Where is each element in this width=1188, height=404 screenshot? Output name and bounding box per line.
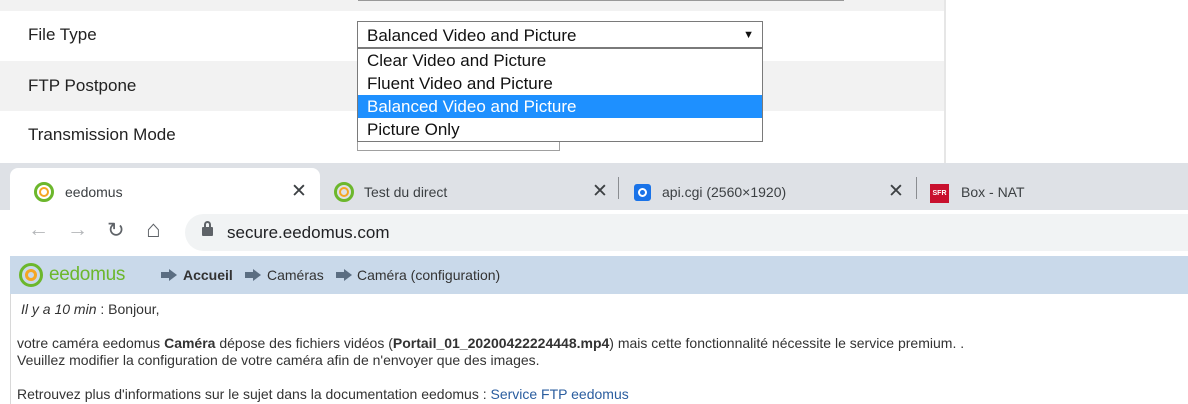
file-type-selected-value: Balanced Video and Picture <box>367 26 577 45</box>
ftp-postpone-label: FTP Postpone <box>28 76 137 95</box>
message-text: ) mais cette fonctionnalité nécessite le… <box>609 335 965 351</box>
message-greeting: : Bonjour, <box>96 301 160 317</box>
message-line-instructions: Veuillez modifier la configuration de vo… <box>17 352 540 368</box>
file-type-dropdown-list: Clear Video and Picture Fluent Video and… <box>357 48 763 142</box>
file-type-option[interactable]: Clear Video and Picture <box>358 49 762 72</box>
tab-separator <box>618 177 619 199</box>
tab-separator <box>916 177 917 199</box>
close-tab-icon[interactable]: ✕ <box>888 180 904 203</box>
sfr-favicon-icon: SFR <box>930 184 949 203</box>
screenshot-root: File Type FTP Postpone Transmission Mode… <box>0 0 1188 404</box>
file-type-label: File Type <box>28 25 97 44</box>
eedomus-logo-icon[interactable] <box>19 263 43 287</box>
home-icon[interactable]: ⌂ <box>146 216 161 244</box>
browser-tab-strip: eedomus ✕ Test du direct ✕ api.cgi (2560… <box>0 163 1188 210</box>
tab-title: eedomus <box>65 184 123 200</box>
forward-arrow-icon[interactable]: → <box>67 218 88 242</box>
file-type-option-highlighted[interactable]: Balanced Video and Picture <box>358 95 762 118</box>
address-bar[interactable]: secure.eedomus.com <box>185 214 1188 251</box>
url-text[interactable]: secure.eedomus.com <box>227 223 390 243</box>
message-text: Retrouvez plus d'informations sur le suj… <box>17 386 491 402</box>
breadcrumb-arrow-icon <box>161 269 177 281</box>
breadcrumb-cameras[interactable]: Caméras <box>267 267 324 283</box>
close-tab-icon[interactable]: ✕ <box>592 180 608 203</box>
tab-title: Test du direct <box>364 184 448 200</box>
file-type-select[interactable]: Balanced Video and Picture ▼ <box>357 21 763 48</box>
tab-title: api.cgi (2560×1920) <box>662 184 787 200</box>
breadcrumb-arrow-icon <box>245 269 261 281</box>
eedomus-logo-text[interactable]: eedomus <box>49 264 125 286</box>
eedomus-favicon-icon <box>34 182 54 202</box>
tab-eedomus[interactable]: eedomus ✕ <box>10 168 320 210</box>
file-type-option[interactable]: Picture Only <box>358 118 762 141</box>
reload-icon[interactable]: ↻ <box>107 218 125 243</box>
breadcrumb-arrow-icon <box>336 269 352 281</box>
previous-field-underline <box>358 0 844 1</box>
tab-api-cgi[interactable]: api.cgi (2560×1920) ✕ <box>620 168 916 210</box>
breadcrumb-accueil[interactable]: Accueil <box>183 267 233 283</box>
image-favicon-icon <box>634 184 651 201</box>
lock-icon[interactable] <box>202 221 213 236</box>
message-line-documentation: Retrouvez plus d'informations sur le suj… <box>17 386 629 402</box>
settings-row-previous <box>0 0 944 11</box>
message-line-video: votre caméra eedomus Caméra dépose des f… <box>17 335 964 351</box>
dropdown-arrow-icon[interactable]: ▼ <box>743 22 754 49</box>
breadcrumb-camera-configuration[interactable]: Caméra (configuration) <box>357 267 500 283</box>
close-tab-icon[interactable]: ✕ <box>291 180 307 203</box>
tab-test-du-direct[interactable]: Test du direct ✕ <box>322 168 618 210</box>
eedomus-favicon-icon <box>334 182 354 202</box>
camera-name: Caméra <box>164 335 216 351</box>
file-name: Portail_01_20200422224448.mp4 <box>392 335 610 351</box>
message-time: Il y a 10 min <box>21 301 97 317</box>
notification-message: Il y a 10 min : Bonjour, votre caméra ee… <box>10 294 1188 404</box>
tab-title: Box - NAT <box>961 184 1025 200</box>
tab-box-nat[interactable]: SFR Box - NAT <box>918 168 1188 210</box>
service-ftp-link[interactable]: Service FTP eedomus <box>490 386 628 402</box>
file-type-option[interactable]: Fluent Video and Picture <box>358 72 762 95</box>
transmission-mode-label: Transmission Mode <box>28 125 176 144</box>
camera-settings-panel: File Type FTP Postpone Transmission Mode… <box>0 0 946 163</box>
message-text: dépose des fichiers vidéos ( <box>215 335 393 351</box>
message-text: votre caméra eedomus <box>17 335 165 351</box>
message-header-line: Il y a 10 min : Bonjour, <box>21 301 160 317</box>
browser-toolbar: ← → ↻ ⌂ secure.eedomus.com <box>0 210 1188 255</box>
back-arrow-icon[interactable]: ← <box>28 218 49 242</box>
eedomus-header: eedomus Accueil Caméras Caméra (configur… <box>10 256 1188 294</box>
